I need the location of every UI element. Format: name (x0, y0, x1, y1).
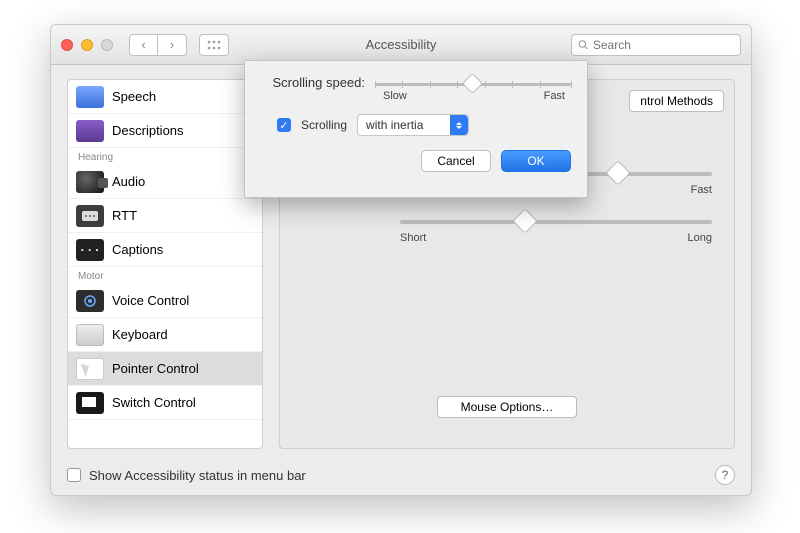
slider-min-label: Short (400, 232, 426, 244)
footer: Show Accessibility status in menu bar ? (51, 455, 751, 495)
sidebar-item-rtt[interactable]: RTT (68, 199, 262, 233)
sidebar-item-switch-control[interactable]: Switch Control (68, 386, 262, 420)
minimize-window-button[interactable] (81, 39, 93, 51)
sidebar-item-label: Descriptions (112, 123, 184, 138)
tab-control-methods[interactable]: ntrol Methods (630, 91, 723, 111)
mouse-options-sheet: Scrolling speed: Slow Fast ✓ Scrolling w… (244, 60, 588, 198)
sidebar-item-label: Switch Control (112, 395, 196, 410)
sidebar-item-label: Pointer Control (112, 361, 199, 376)
show-all-button[interactable] (199, 34, 229, 56)
show-status-checkbox[interactable] (67, 468, 81, 482)
help-button[interactable]: ? (715, 465, 735, 485)
slider-knob[interactable] (512, 208, 537, 233)
scrolling-label: Scrolling (301, 118, 347, 132)
nav-back-forward: ‹ › (129, 34, 187, 56)
sidebar-item-audio[interactable]: Audio (68, 165, 262, 199)
forward-button[interactable]: › (158, 35, 186, 55)
sidebar-item-label: Speech (112, 89, 156, 104)
sidebar-item-label: Captions (112, 242, 163, 257)
search-field[interactable] (571, 34, 741, 56)
window-controls (61, 39, 113, 51)
scrolling-checkbox[interactable]: ✓ (277, 118, 291, 132)
sidebar-category-motor: Motor (68, 267, 262, 284)
keyboard-icon (76, 324, 104, 346)
captions-icon: · · · (76, 239, 104, 261)
switch-control-icon (76, 392, 104, 414)
ok-button[interactable]: OK (501, 150, 571, 172)
rtt-icon (76, 205, 104, 227)
sidebar-item-speech[interactable]: Speech (68, 80, 262, 114)
sidebar-item-captions[interactable]: · · · Captions (68, 233, 262, 267)
sidebar-item-pointer-control[interactable]: Pointer Control (68, 352, 262, 386)
search-icon (578, 39, 589, 51)
sidebar-category-hearing: Hearing (68, 148, 262, 165)
sidebar[interactable]: Speech Descriptions Hearing Audio RTT · … (67, 79, 263, 449)
pointer-control-icon (76, 358, 104, 380)
scrolling-inertia-select[interactable]: with inertia (357, 114, 469, 136)
scrolling-speed-slider[interactable] (375, 83, 571, 86)
audio-icon (76, 171, 104, 193)
select-value: with inertia (366, 118, 423, 132)
zoom-window-button[interactable] (101, 39, 113, 51)
mouse-options-button[interactable]: Mouse Options… (437, 396, 577, 418)
slider-knob[interactable] (606, 160, 631, 185)
speed-min-label: Slow (383, 90, 407, 102)
select-stepper-icon (450, 115, 468, 135)
close-window-button[interactable] (61, 39, 73, 51)
sidebar-item-label: Keyboard (112, 327, 168, 342)
slider-max-label: Long (688, 232, 712, 244)
delay-slider[interactable]: Short Long (400, 220, 712, 244)
show-status-label: Show Accessibility status in menu bar (89, 468, 306, 483)
sidebar-item-label: Audio (112, 174, 145, 189)
sidebar-item-descriptions[interactable]: Descriptions (68, 114, 262, 148)
search-input[interactable] (593, 38, 734, 52)
tab-row: ntrol Methods (629, 90, 724, 112)
slider-max-label: Fast (691, 184, 712, 196)
sidebar-item-keyboard[interactable]: Keyboard (68, 318, 262, 352)
descriptions-icon (76, 120, 104, 142)
control-methods-tabs[interactable]: ntrol Methods (629, 90, 724, 112)
scrolling-speed-label: Scrolling speed: (261, 75, 365, 90)
speed-max-label: Fast (544, 90, 565, 102)
speech-icon (76, 86, 104, 108)
sidebar-item-label: Voice Control (112, 293, 189, 308)
titlebar: ‹ › Accessibility (51, 25, 751, 65)
cancel-button[interactable]: Cancel (421, 150, 491, 172)
sidebar-item-label: RTT (112, 208, 137, 223)
sidebar-item-voice-control[interactable]: Voice Control (68, 284, 262, 318)
back-button[interactable]: ‹ (130, 35, 158, 55)
voice-control-icon (76, 290, 104, 312)
